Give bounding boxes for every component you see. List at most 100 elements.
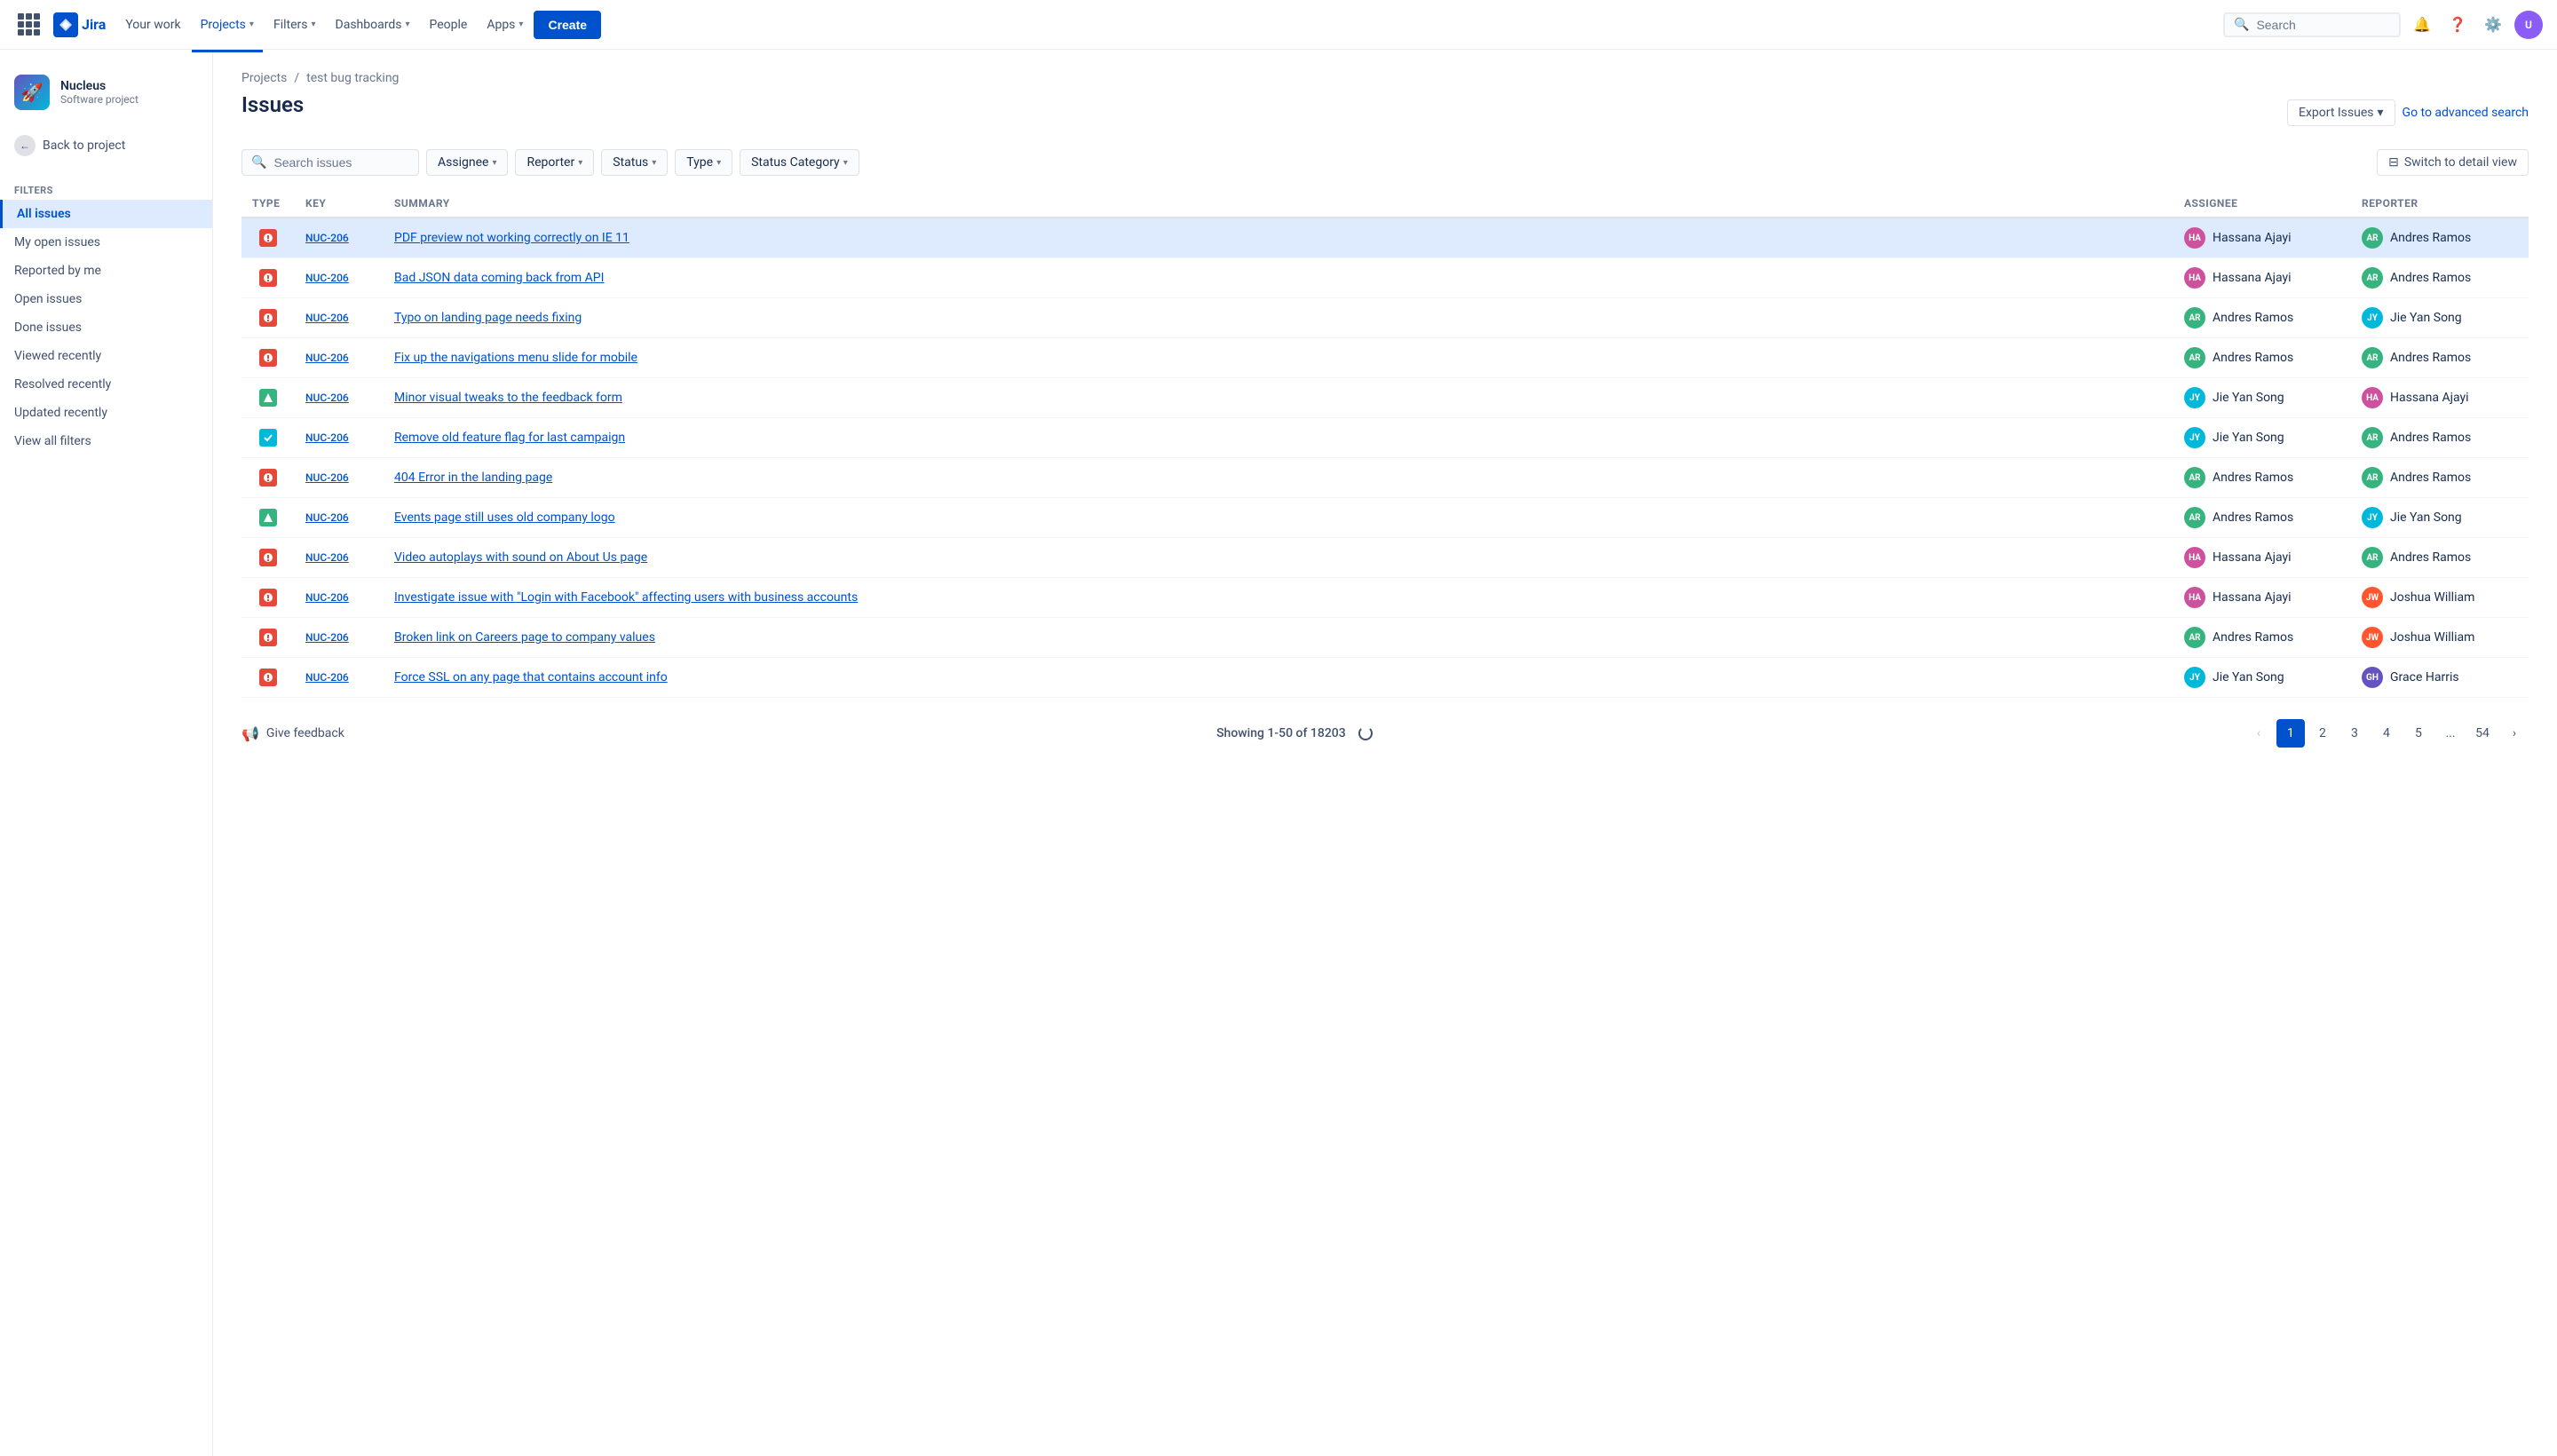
sidebar-item-view-all-filters[interactable]: View all filters bbox=[0, 427, 212, 455]
nav-dashboards[interactable]: Dashboards ▾ bbox=[327, 12, 419, 37]
table-row[interactable]: NUC-206 Typo on landing page needs fixin… bbox=[241, 298, 2529, 338]
pagination-page-5[interactable]: 5 bbox=[2404, 719, 2433, 748]
issue-summary-link[interactable]: Fix up the navigations menu slide for mo… bbox=[394, 351, 637, 365]
sidebar-item-done-issues[interactable]: Done issues bbox=[0, 313, 212, 342]
settings-button[interactable]: ⚙️ bbox=[2479, 11, 2507, 39]
summary-cell[interactable]: 404 Error in the landing page bbox=[384, 458, 2173, 498]
issue-summary-link[interactable]: Bad JSON data coming back from API bbox=[394, 271, 604, 285]
table-row[interactable]: NUC-206 Bad JSON data coming back from A… bbox=[241, 258, 2529, 298]
table-row[interactable]: NUC-206 Remove old feature flag for last… bbox=[241, 418, 2529, 458]
table-row[interactable]: NUC-206 404 Error in the landing page AR… bbox=[241, 458, 2529, 498]
jira-logo[interactable]: Jira bbox=[53, 12, 106, 37]
issue-summary-link[interactable]: Events page still uses old company logo bbox=[394, 510, 615, 525]
summary-cell[interactable]: PDF preview not working correctly on IE … bbox=[384, 218, 2173, 258]
issue-summary-link[interactable]: Video autoplays with sound on About Us p… bbox=[394, 550, 647, 565]
breadcrumb-project-link[interactable]: test bug tracking bbox=[306, 71, 399, 85]
issue-summary-link[interactable]: PDF preview not working correctly on IE … bbox=[394, 231, 629, 245]
sidebar-item-open-issues[interactable]: Open issues bbox=[0, 285, 212, 313]
advanced-search-link[interactable]: Go to advanced search bbox=[2403, 106, 2529, 120]
key-cell[interactable]: NUC-206 bbox=[295, 578, 384, 618]
status-filter-button[interactable]: Status ▾ bbox=[601, 149, 668, 176]
pagination-page-54[interactable]: 54 bbox=[2468, 719, 2497, 748]
key-cell[interactable]: NUC-206 bbox=[295, 218, 384, 258]
summary-cell[interactable]: Investigate issue with "Login with Faceb… bbox=[384, 578, 2173, 618]
issue-key-link[interactable]: NUC-206 bbox=[305, 431, 349, 444]
issue-key-link[interactable]: NUC-206 bbox=[305, 352, 349, 364]
issue-key-link[interactable]: NUC-206 bbox=[305, 392, 349, 404]
summary-cell[interactable]: Remove old feature flag for last campaig… bbox=[384, 418, 2173, 458]
summary-cell[interactable]: Fix up the navigations menu slide for mo… bbox=[384, 338, 2173, 378]
issue-summary-link[interactable]: Broken link on Careers page to company v… bbox=[394, 630, 655, 645]
summary-cell[interactable]: Events page still uses old company logo bbox=[384, 498, 2173, 538]
nav-your-work[interactable]: Your work bbox=[116, 12, 189, 37]
assignee-filter-button[interactable]: Assignee ▾ bbox=[426, 149, 508, 176]
give-feedback-link[interactable]: Give feedback bbox=[266, 726, 344, 740]
pagination-prev-button[interactable]: ‹ bbox=[2244, 719, 2273, 748]
summary-cell[interactable]: Broken link on Careers page to company v… bbox=[384, 618, 2173, 658]
pagination-page-2[interactable]: 2 bbox=[2308, 719, 2337, 748]
issue-key-link[interactable]: NUC-206 bbox=[305, 471, 349, 484]
reporter-filter-button[interactable]: Reporter ▾ bbox=[515, 149, 594, 176]
refresh-icon[interactable] bbox=[1358, 726, 1373, 740]
nav-people[interactable]: People bbox=[420, 12, 476, 37]
search-issues-filter[interactable]: 🔍 bbox=[241, 149, 419, 176]
summary-cell[interactable]: Force SSL on any page that contains acco… bbox=[384, 658, 2173, 698]
key-cell[interactable]: NUC-206 bbox=[295, 458, 384, 498]
global-search-box[interactable]: 🔍 bbox=[2223, 12, 2401, 37]
sidebar-item-my-open-issues[interactable]: My open issues bbox=[0, 228, 212, 257]
issue-key-link[interactable]: NUC-206 bbox=[305, 591, 349, 604]
pagination-page-4[interactable]: 4 bbox=[2372, 719, 2401, 748]
summary-cell[interactable]: Minor visual tweaks to the feedback form bbox=[384, 378, 2173, 418]
nav-filters[interactable]: Filters ▾ bbox=[265, 12, 325, 37]
issue-key-link[interactable]: NUC-206 bbox=[305, 511, 349, 524]
apps-grid-button[interactable] bbox=[14, 11, 43, 39]
key-cell[interactable]: NUC-206 bbox=[295, 338, 384, 378]
table-row[interactable]: NUC-206 Video autoplays with sound on Ab… bbox=[241, 538, 2529, 578]
issue-summary-link[interactable]: Typo on landing page needs fixing bbox=[394, 311, 582, 325]
summary-cell[interactable]: Video autoplays with sound on About Us p… bbox=[384, 538, 2173, 578]
sidebar-item-reported-by-me[interactable]: Reported by me bbox=[0, 257, 212, 285]
pagination-next-button[interactable]: › bbox=[2500, 719, 2529, 748]
key-cell[interactable]: NUC-206 bbox=[295, 658, 384, 698]
issue-key-link[interactable]: NUC-206 bbox=[305, 312, 349, 324]
sidebar-item-resolved-recently[interactable]: Resolved recently bbox=[0, 370, 212, 399]
search-issues-input[interactable] bbox=[273, 155, 409, 170]
issue-key-link[interactable]: NUC-206 bbox=[305, 232, 349, 244]
breadcrumb-projects-link[interactable]: Projects bbox=[241, 71, 287, 85]
issue-summary-link[interactable]: Remove old feature flag for last campaig… bbox=[394, 431, 625, 445]
detail-view-button[interactable]: ⊟ Switch to detail view bbox=[2377, 149, 2529, 176]
issue-summary-link[interactable]: Force SSL on any page that contains acco… bbox=[394, 670, 668, 684]
global-search-input[interactable] bbox=[2256, 18, 2390, 32]
type-filter-button[interactable]: Type ▾ bbox=[675, 149, 732, 176]
issue-key-link[interactable]: NUC-206 bbox=[305, 272, 349, 284]
key-cell[interactable]: NUC-206 bbox=[295, 498, 384, 538]
sidebar-item-all-issues[interactable]: All issues bbox=[0, 200, 212, 228]
pagination-page-3[interactable]: 3 bbox=[2340, 719, 2369, 748]
table-row[interactable]: NUC-206 PDF preview not working correctl… bbox=[241, 218, 2529, 258]
export-issues-button[interactable]: Export Issues ▾ bbox=[2287, 99, 2395, 126]
back-to-project-button[interactable]: ← Back to project bbox=[0, 128, 212, 163]
key-cell[interactable]: NUC-206 bbox=[295, 378, 384, 418]
sidebar-item-updated-recently[interactable]: Updated recently bbox=[0, 399, 212, 427]
table-row[interactable]: NUC-206 Minor visual tweaks to the feedb… bbox=[241, 378, 2529, 418]
summary-cell[interactable]: Bad JSON data coming back from API bbox=[384, 258, 2173, 298]
user-avatar-button[interactable]: U bbox=[2514, 11, 2543, 39]
issue-summary-link[interactable]: Minor visual tweaks to the feedback form bbox=[394, 391, 622, 405]
create-button[interactable]: Create bbox=[534, 11, 601, 39]
summary-cell[interactable]: Typo on landing page needs fixing bbox=[384, 298, 2173, 338]
table-row[interactable]: NUC-206 Fix up the navigations menu slid… bbox=[241, 338, 2529, 378]
key-cell[interactable]: NUC-206 bbox=[295, 298, 384, 338]
issue-key-link[interactable]: NUC-206 bbox=[305, 671, 349, 684]
key-cell[interactable]: NUC-206 bbox=[295, 418, 384, 458]
table-row[interactable]: NUC-206 Events page still uses old compa… bbox=[241, 498, 2529, 538]
issue-summary-link[interactable]: Investigate issue with "Login with Faceb… bbox=[394, 590, 858, 605]
table-row[interactable]: NUC-206 Investigate issue with "Login wi… bbox=[241, 578, 2529, 618]
status-category-filter-button[interactable]: Status Category ▾ bbox=[740, 149, 859, 176]
notifications-button[interactable]: 🔔 bbox=[2408, 11, 2436, 39]
table-row[interactable]: NUC-206 Force SSL on any page that conta… bbox=[241, 658, 2529, 698]
key-cell[interactable]: NUC-206 bbox=[295, 618, 384, 658]
key-cell[interactable]: NUC-206 bbox=[295, 258, 384, 298]
sidebar-item-viewed-recently[interactable]: Viewed recently bbox=[0, 342, 212, 370]
table-row[interactable]: NUC-206 Broken link on Careers page to c… bbox=[241, 618, 2529, 658]
issue-key-link[interactable]: NUC-206 bbox=[305, 551, 349, 564]
